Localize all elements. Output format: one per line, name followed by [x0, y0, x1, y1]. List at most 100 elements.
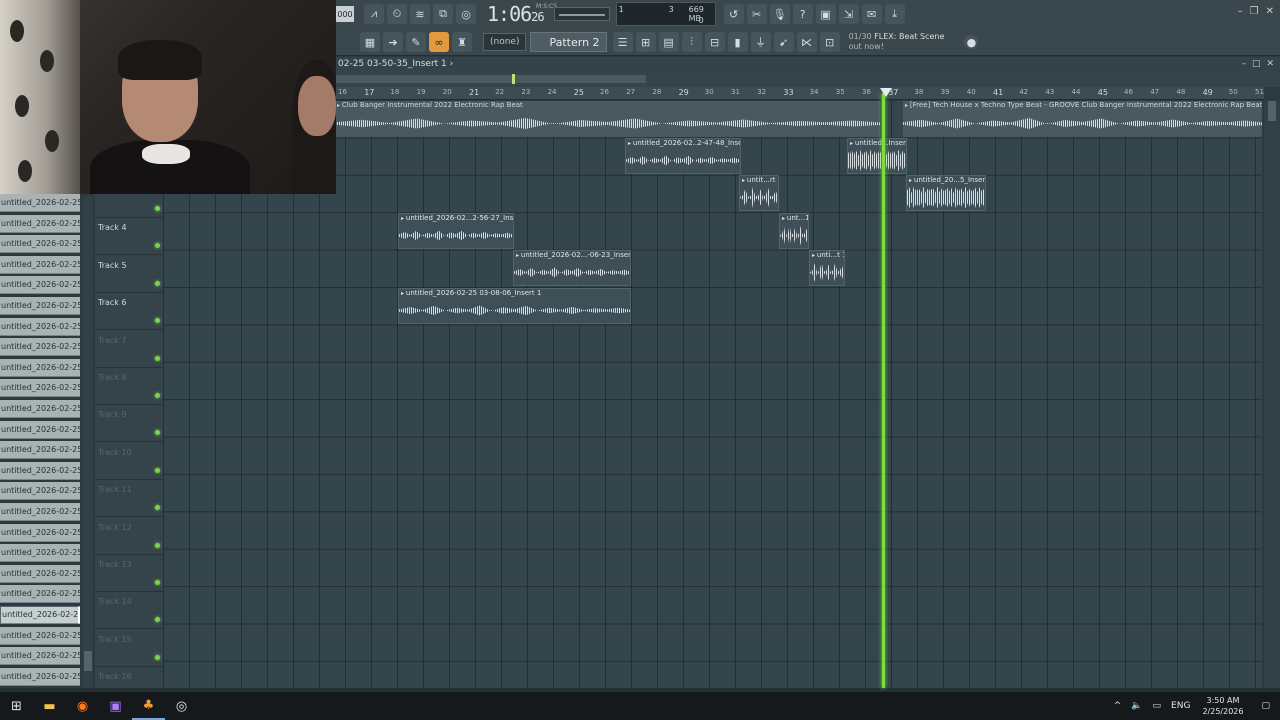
firefox-icon[interactable]: ◉: [66, 692, 99, 720]
track-header[interactable]: Track 5: [95, 256, 163, 293]
stamp-icon[interactable]: ♜: [452, 32, 472, 52]
track-header[interactable]: Track 11: [95, 480, 163, 518]
overview-thumb[interactable]: [336, 75, 646, 83]
audio-clip[interactable]: untit...rt 1: [739, 175, 779, 211]
news-icon[interactable]: ●: [964, 35, 979, 49]
track-mute-led-icon[interactable]: [155, 654, 160, 660]
playlist-maximize-icon[interactable]: □: [1252, 59, 1261, 69]
track-mute-led-icon[interactable]: [155, 430, 160, 436]
snap-select[interactable]: (none): [483, 33, 527, 51]
tray-chevron-icon[interactable]: ^: [1114, 701, 1122, 711]
channel-item[interactable]: untitled_2026-02-25 03-...: [0, 544, 80, 563]
track-mute-led-icon[interactable]: [155, 580, 160, 585]
timeline-ruler[interactable]: 16 17 18 19 20 21 22 23 24 25 26 27 28 29 30 31 32 33 34 35…: [336, 87, 1264, 100]
wait-icon[interactable]: ⏲: [387, 4, 407, 24]
track-header[interactable]: Track 4: [95, 218, 163, 256]
pointer-icon[interactable]: ➹: [773, 32, 794, 52]
channel-item[interactable]: untitled_2026-02-25 03-...: [0, 379, 80, 398]
channel-item[interactable]: untitled_2026-02-25 03-...: [0, 606, 80, 624]
channel-item[interactable]: untitled_2026-02-25 03-...: [0, 441, 80, 460]
audio-clip[interactable]: untitled...Insert 1: [847, 138, 907, 174]
channel-item[interactable]: untitled_2026-02-25 03-...: [0, 276, 80, 295]
channel-item[interactable]: untitled_2026-02-25 03-...: [0, 317, 80, 336]
playlist-icon[interactable]: ☰: [612, 32, 633, 52]
track-header[interactable]: Track 8: [95, 368, 163, 405]
mic-icon[interactable]: 🎙: [769, 4, 790, 24]
piano-icon[interactable]: ▦: [360, 32, 380, 52]
audio-clip-top-a[interactable]: Club Banger Instrumental 2022 Electronic…: [335, 101, 880, 137]
track-mute-led-icon[interactable]: [155, 280, 160, 286]
countdown-icon[interactable]: ◎: [456, 4, 476, 24]
channel-item[interactable]: untitled_2026-02-25 03-...: [0, 358, 80, 377]
pattern-selector[interactable]: Pattern 2: [530, 32, 607, 52]
browser-icon[interactable]: ⊟: [704, 32, 725, 52]
piano-roll-icon[interactable]: ▤: [658, 32, 679, 52]
channel-item[interactable]: untitled_2026-02-25 03-...: [0, 564, 80, 583]
track-header[interactable]: Track 7: [95, 331, 163, 368]
master-volume-slider[interactable]: [553, 7, 610, 21]
channel-item[interactable]: untitled_2026-02-25 03-...: [0, 667, 80, 686]
tempo-display[interactable]: 000: [336, 6, 354, 22]
fl-studio-icon[interactable]: ♣: [132, 692, 165, 720]
audio-clip[interactable]: untitled_2026-02...-06-23_Insert 1: [513, 250, 631, 286]
obs-icon[interactable]: ◎: [165, 692, 198, 720]
channel-item[interactable]: untitled_2026-02-25 03-...: [0, 214, 80, 233]
track-header[interactable]: Track 6: [95, 293, 163, 331]
loop-record-icon[interactable]: ⧉: [433, 4, 453, 24]
track-header[interactable]: Track 9: [95, 405, 163, 443]
channel-item[interactable]: untitled_2026-02-25 03-...: [0, 297, 80, 315]
channel-item[interactable]: untitled_2026-02-25 03-...: [0, 338, 80, 357]
track-mute-led-icon[interactable]: [155, 243, 160, 249]
channel-list-scroll-thumb[interactable]: [84, 651, 92, 671]
track-mute-led-icon[interactable]: [155, 318, 160, 324]
channel-item[interactable]: untitled_2026-02-25 03-...: [0, 235, 80, 254]
store-icon[interactable]: ⊡: [819, 32, 840, 52]
audio-clip[interactable]: unt...1: [779, 213, 809, 249]
playlist-minimize-icon[interactable]: –: [1241, 59, 1246, 69]
undo-icon[interactable]: ↺: [723, 4, 744, 24]
playlist-close-icon[interactable]: ✕: [1266, 59, 1274, 69]
metronome-icon[interactable]: ⩘: [364, 4, 384, 24]
minimize-icon[interactable]: –: [1238, 6, 1243, 17]
track-mute-led-icon[interactable]: [155, 206, 160, 211]
channel-item[interactable]: untitled_2026-02-25 03-...: [0, 461, 80, 480]
plugin-icon[interactable]: ▮: [727, 32, 748, 52]
track-mute-led-icon[interactable]: [155, 617, 160, 623]
channel-item[interactable]: untitled_2026-02-25 03-...: [0, 647, 80, 666]
channel-item[interactable]: untitled_2026-02-25 03-...: [0, 585, 80, 604]
audio-clip[interactable]: untitled_2026-02...2-56-27_Insert 1: [398, 213, 514, 249]
track-header[interactable]: Track 10: [95, 443, 163, 480]
track-mute-led-icon[interactable]: [155, 355, 160, 361]
track-mute-led-icon[interactable]: [155, 467, 160, 473]
network-icon[interactable]: ▭: [1153, 701, 1162, 711]
channel-item[interactable]: untitled_2026-02-25 03-...: [0, 503, 80, 521]
export-icon[interactable]: ⇲: [838, 4, 859, 24]
audio-clip-top-b[interactable]: [Free] Tech House x Techno Type Beat - G…: [903, 101, 1262, 137]
track-header[interactable]: Track 14: [95, 592, 163, 630]
help-icon[interactable]: ?: [792, 4, 813, 24]
premiere-icon[interactable]: ▣: [99, 692, 132, 720]
track-mute-led-icon[interactable]: [155, 505, 160, 511]
playhead-marker[interactable]: [880, 88, 892, 97]
volume-icon[interactable]: 🔈: [1131, 701, 1142, 711]
chat-icon[interactable]: ✉: [861, 4, 882, 24]
plug-icon[interactable]: ⏚: [750, 32, 771, 52]
channel-item[interactable]: untitled_2026-02-25 03-...: [0, 194, 80, 212]
paint-icon[interactable]: ✎: [406, 32, 426, 52]
playlist-vscroll-thumb[interactable]: [1268, 101, 1276, 121]
channel-item[interactable]: untitled_2026-02-25 03-...: [0, 523, 80, 542]
restore-icon[interactable]: ❐: [1250, 6, 1259, 17]
playlist-overview-scroll[interactable]: [336, 71, 1280, 87]
playlist-vertical-scrollbar[interactable]: [1264, 101, 1280, 688]
mixer-icon[interactable]: ⫶: [681, 32, 702, 52]
news-hint[interactable]: 01/30 FLEX: Beat Scene out now!: [849, 32, 945, 52]
file-explorer-icon[interactable]: ▬: [33, 692, 66, 720]
audio-clip[interactable]: untitled_2026-02-25 03-08-06_Insert 1: [398, 288, 631, 324]
cut-icon[interactable]: ✂: [746, 4, 767, 24]
language-indicator[interactable]: ENG: [1171, 701, 1190, 711]
audio-clip[interactable]: unti...t 1: [809, 250, 845, 286]
channel-item[interactable]: untitled_2026-02-25 03-...: [0, 400, 80, 418]
channel-item[interactable]: untitled_2026-02-25 03-...: [0, 255, 80, 274]
clock[interactable]: 3:50 AM 2/25/2026: [1202, 695, 1243, 717]
audio-clip[interactable]: untitled_20...5_Insert 1: [906, 175, 986, 211]
